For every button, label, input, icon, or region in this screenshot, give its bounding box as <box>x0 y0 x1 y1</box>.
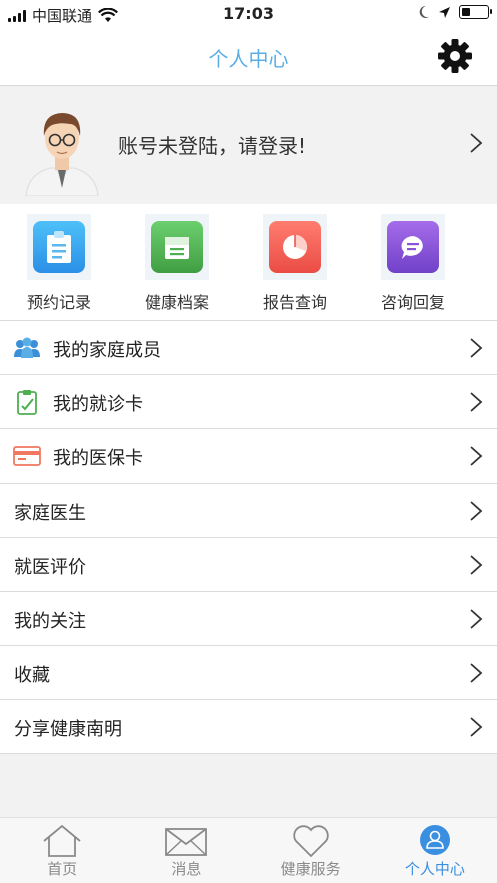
quick-action-label: 健康档案 <box>144 293 209 312</box>
menu-item-insurance-card[interactable]: 我的医保卡 <box>0 428 497 483</box>
quick-actions: 预约记录 健康档案 报告查询 咨询回复 <box>0 204 497 320</box>
status-right <box>418 5 492 19</box>
menu-item-medical-card[interactable]: 我的就诊卡 <box>0 374 497 429</box>
quick-icon-frame <box>263 214 327 280</box>
heart-icon <box>292 825 329 858</box>
gear-icon[interactable] <box>437 38 473 74</box>
tab-personal-center[interactable]: 个人中心 <box>373 818 497 883</box>
doctor-avatar-icon <box>25 113 99 196</box>
menu-item-label: 就医评价 <box>14 556 86 578</box>
nav-bar: 个人中心 <box>0 28 497 86</box>
location-arrow-icon <box>439 6 450 18</box>
tab-messages[interactable]: 消息 <box>124 818 248 883</box>
quick-action-label: 预约记录 <box>26 293 91 312</box>
insurance-card-icon <box>13 443 41 469</box>
person-icon <box>419 825 450 855</box>
menu-item-medical-review[interactable]: 就医评价 <box>0 536 497 591</box>
login-prompt: 账号未登陆，请登录! <box>118 134 307 158</box>
battery-fill <box>462 8 471 16</box>
medical-card-icon <box>13 389 41 416</box>
chevron-right-icon <box>470 555 483 575</box>
chevron-right-icon <box>470 663 483 683</box>
family-icon <box>13 335 41 361</box>
quick-action-reports[interactable]: 报告查询 <box>236 204 354 320</box>
menu-list: 我的家庭成员 我的就诊卡 我的医保卡 家庭医生 就医评价 我的关注 收藏 分享健… <box>0 320 497 754</box>
clipboard-icon <box>33 221 85 273</box>
quick-icon-frame <box>145 214 209 280</box>
menu-item-label: 我的就诊卡 <box>53 394 143 416</box>
tab-label: 个人中心 <box>404 860 465 878</box>
chevron-right-icon <box>470 338 483 358</box>
moon-icon <box>419 5 429 18</box>
home-icon <box>43 824 81 857</box>
envelope-icon <box>165 828 208 856</box>
menu-item-label: 我的医保卡 <box>53 448 143 470</box>
quick-icon-frame <box>27 214 91 280</box>
chevron-right-icon <box>470 446 483 467</box>
quick-action-label: 报告查询 <box>262 293 327 312</box>
chevron-right-icon <box>470 609 483 629</box>
quick-icon-frame <box>381 214 445 280</box>
menu-item-label: 收藏 <box>14 665 50 687</box>
battery-icon <box>459 5 492 19</box>
tab-health-services[interactable]: 健康服务 <box>249 818 373 883</box>
chevron-right-icon <box>470 133 483 153</box>
menu-item-share[interactable]: 分享健康南明 <box>0 699 497 754</box>
tab-label: 消息 <box>171 860 202 878</box>
status-bar: 中国联通 17:03 <box>0 0 497 28</box>
menu-item-label: 我的家庭成员 <box>53 340 161 361</box>
menu-item-family-doctor[interactable]: 家庭医生 <box>0 482 497 537</box>
chevron-right-icon <box>470 392 483 412</box>
tab-home[interactable]: 首页 <box>0 818 124 883</box>
menu-item-label: 我的关注 <box>14 610 86 632</box>
tab-label: 首页 <box>47 860 78 878</box>
quick-action-health-records[interactable]: 健康档案 <box>118 204 236 320</box>
pie-chart-icon <box>269 221 321 273</box>
quick-action-consult-replies[interactable]: 咨询回复 <box>354 204 472 320</box>
profile-banner[interactable]: 账号未登陆，请登录! <box>0 86 497 204</box>
chat-bubble-icon <box>387 221 439 273</box>
chevron-right-icon <box>470 500 483 521</box>
quick-action-appointments[interactable]: 预约记录 <box>0 204 118 320</box>
menu-item-following[interactable]: 我的关注 <box>0 590 497 646</box>
menu-item-favorites[interactable]: 收藏 <box>0 645 497 700</box>
menu-item-label: 分享健康南明 <box>14 719 122 741</box>
chevron-right-icon <box>470 717 483 737</box>
tab-label: 健康服务 <box>280 860 341 878</box>
menu-item-label: 家庭医生 <box>14 502 86 524</box>
page-title: 个人中心 <box>208 47 289 71</box>
menu-item-family-members[interactable]: 我的家庭成员 <box>0 320 497 375</box>
folder-icon <box>151 221 203 273</box>
tab-bar: 首页 消息 健康服务 个人中心 <box>0 817 497 883</box>
quick-action-label: 咨询回复 <box>380 293 445 312</box>
